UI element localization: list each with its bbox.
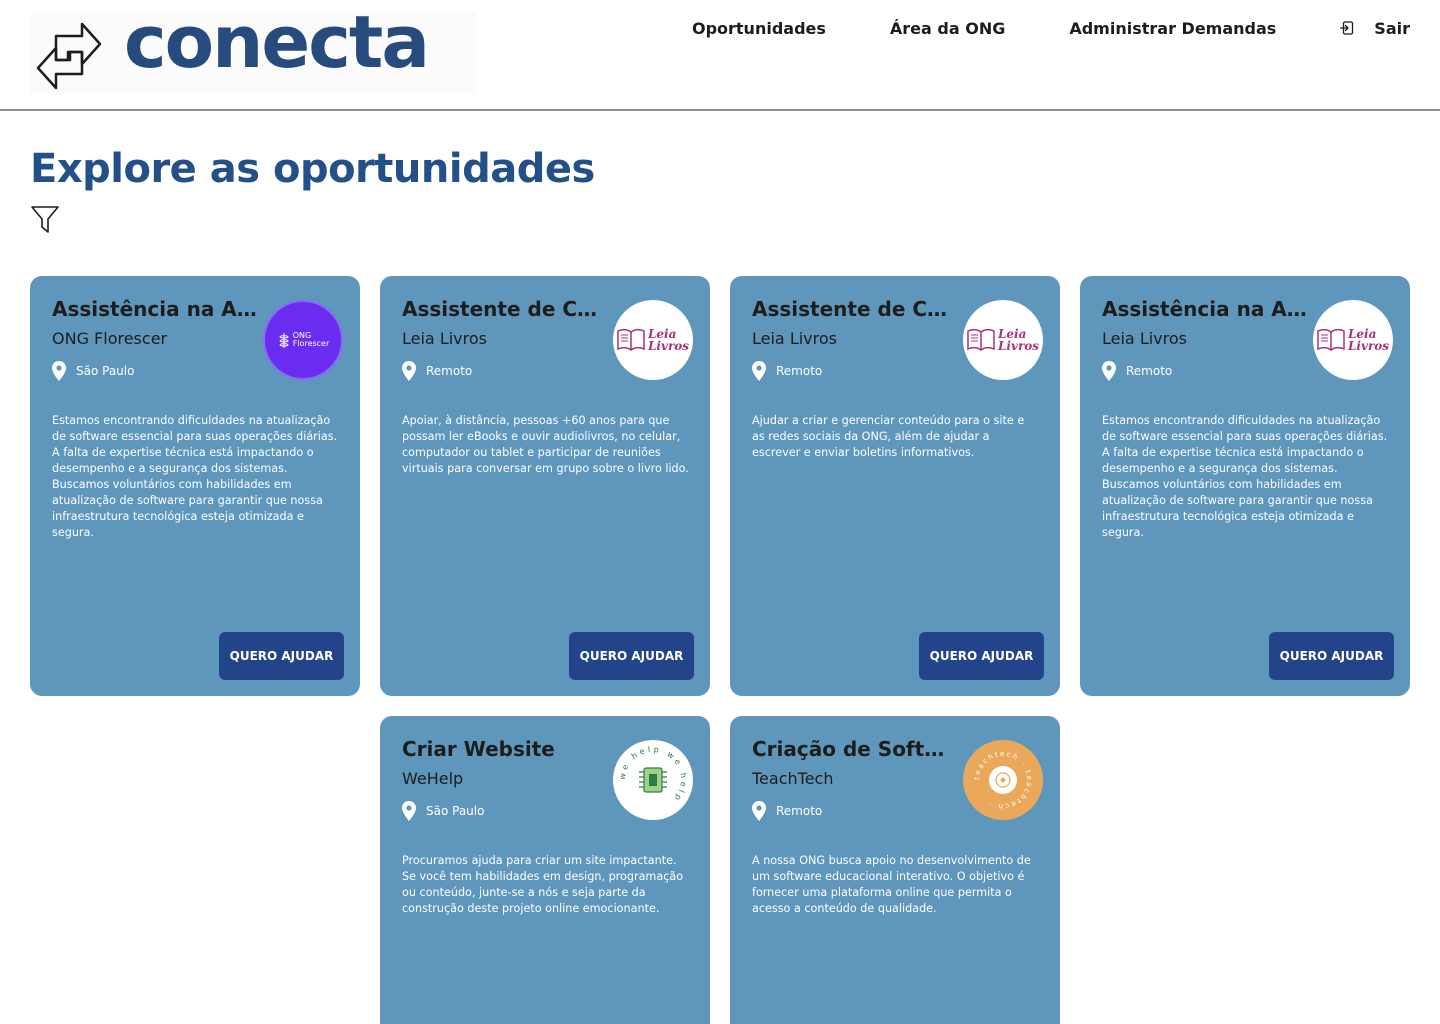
location-pin-icon [1102, 361, 1116, 381]
opportunity-card: Criar Website WeHelp São Paulo we help w… [380, 716, 710, 1024]
filter-icon[interactable] [30, 205, 60, 235]
card-title: Assistente de Co... [402, 297, 607, 321]
card-title: Assistência na At... [1102, 297, 1307, 321]
card-location-text: Remoto [1126, 364, 1173, 378]
opportunity-card: Criação de Softw... TeachTech Remoto tea… [730, 716, 1060, 1024]
leia-livros-logo: Leia Livros [613, 300, 693, 380]
opportunity-card: Assistência na At... Leia Livros Remoto … [1080, 276, 1410, 696]
logout-button[interactable]: Sair [1340, 19, 1410, 38]
chip-icon: we help we help [618, 745, 686, 805]
card-location-text: São Paulo [426, 804, 485, 818]
card-title: Criação de Softw... [752, 737, 957, 761]
card-location: São Paulo [52, 361, 134, 381]
logout-label: Sair [1374, 18, 1410, 38]
nav-area-da-ong[interactable]: Área da ONG [890, 19, 1005, 38]
leia-logo-text: Leia Livros [648, 328, 689, 352]
app-logo[interactable]: conecta [30, 6, 476, 94]
leia-logo-line2: Livros [1347, 339, 1390, 353]
card-location-text: São Paulo [76, 364, 135, 378]
card-title: Assistente de Co... [752, 297, 957, 321]
main-nav: Oportunidades Área da ONG Administrar De… [692, 17, 1410, 39]
card-org-name: ONG Florescer [52, 329, 168, 348]
florescer-logo-line2: Florescer [292, 339, 330, 348]
quero-ajudar-button[interactable]: QUERO AJUDAR [219, 632, 344, 680]
nav-administrar-demandas[interactable]: Administrar Demandas [1069, 19, 1276, 38]
leia-livros-logo: Leia Livros [1313, 300, 1393, 380]
card-location: Remoto [1102, 361, 1172, 381]
card-location-text: Remoto [776, 364, 823, 378]
card-description: Procuramos ajuda para criar um site impa… [402, 854, 684, 915]
card-title: Criar Website [402, 737, 555, 761]
leaf-icon [279, 333, 289, 348]
page-title: Explore as oportunidades [30, 146, 595, 192]
leia-logo-text: Leia Livros [1348, 328, 1389, 352]
card-location: Remoto [752, 801, 822, 821]
card-org-name: Leia Livros [1102, 329, 1187, 348]
card-description: A nossa ONG busca apoio no desenvolvimen… [752, 854, 1031, 915]
location-pin-icon [752, 801, 766, 821]
card-location-text: Remoto [776, 804, 823, 818]
nav-oportunidades[interactable]: Oportunidades [692, 19, 826, 38]
quero-ajudar-button[interactable]: QUERO AJUDAR [1269, 632, 1394, 680]
card-description: Estamos encontrando dificuldades na atua… [52, 414, 338, 539]
ong-florescer-logo: ONG Florescer [263, 300, 343, 380]
leia-logo-line2: Livros [647, 339, 690, 353]
quero-ajudar-button[interactable]: QUERO AJUDAR [919, 632, 1044, 680]
card-description: Estamos encontrando dificuldades na atua… [1102, 414, 1388, 539]
leia-logo-line2: Livros [997, 339, 1040, 353]
card-location: Remoto [402, 361, 472, 381]
card-org-name: TeachTech [752, 769, 834, 788]
card-location-text: Remoto [426, 364, 473, 378]
leia-logo-text: Leia Livros [998, 328, 1039, 352]
opportunity-card: Assistente de Co... Leia Livros Remoto L… [730, 276, 1060, 696]
florescer-logo-text: ONG Florescer [293, 332, 330, 348]
card-description: Ajudar a criar e gerenciar conteúdo para… [752, 414, 1025, 459]
card-org-name: WeHelp [402, 769, 464, 788]
location-pin-icon [402, 801, 416, 821]
card-description: Apoiar, à distância, pessoas +60 anos pa… [402, 414, 689, 475]
book-icon [967, 328, 995, 351]
leia-livros-logo: Leia Livros [963, 300, 1043, 380]
card-location: São Paulo [402, 801, 484, 821]
location-pin-icon [402, 361, 416, 381]
location-pin-icon [752, 361, 766, 381]
wehelp-logo: we help we help [613, 740, 693, 820]
quero-ajudar-button[interactable]: QUERO AJUDAR [569, 632, 694, 680]
teachtech-logo: teachtech · teachtech · [963, 740, 1043, 820]
book-icon [617, 328, 645, 351]
top-header: conecta Oportunidades Área da ONG Admini… [0, 0, 1440, 111]
card-org-name: Leia Livros [402, 329, 487, 348]
opportunity-card: Assistente de Co... Leia Livros Remoto L… [380, 276, 710, 696]
logout-icon [1340, 21, 1354, 35]
card-location: Remoto [752, 361, 822, 381]
opportunity-card: Assistência na At... ONG Florescer São P… [30, 276, 360, 696]
book-icon [1317, 328, 1345, 351]
card-title: Assistência na At... [52, 297, 257, 321]
teachtech-badge-icon: teachtech · teachtech · [973, 750, 1031, 810]
location-pin-icon [52, 361, 66, 381]
card-org-name: Leia Livros [752, 329, 837, 348]
logo-arrows-icon [36, 22, 102, 90]
logo-text: conecta [124, 0, 430, 84]
